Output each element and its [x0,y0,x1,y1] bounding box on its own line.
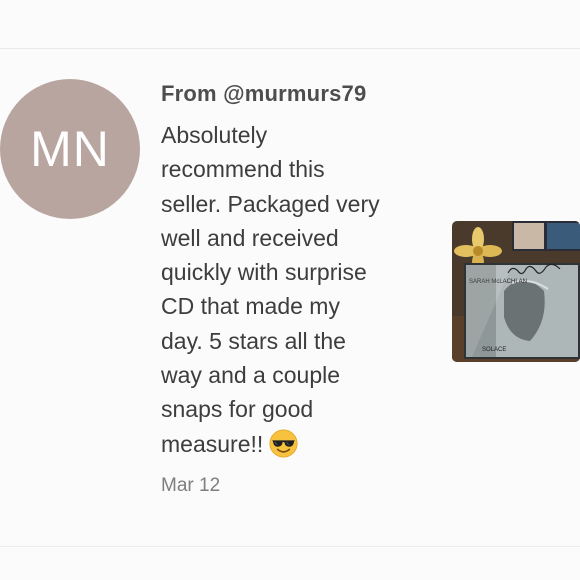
comment-body: Absolutely recommend this seller. Packag… [161,118,431,461]
comment-screen: MN From @murmurs79 Absolutely recommend … [0,0,580,580]
comment-text-line: well and received [161,224,339,251]
comment-date: Mar 12 [161,474,221,496]
smiling-face-with-sunglasses-icon [269,429,298,458]
comment-text-line: recommend this [161,156,325,183]
attached-photo[interactable]: SARAH McLACHLAN SOLACE [452,221,580,362]
top-divider [0,48,580,49]
comment-text-line: way and a couple [161,362,341,389]
bottom-divider [0,546,580,547]
comment-text-line: CD that made my [161,293,340,320]
comment: From @murmurs79 Absolutely recommend thi… [161,78,431,499]
comment-text-line: snaps for good [161,396,314,423]
comment-text-line: quickly with surprise [161,259,367,286]
comment-text-line: Absolutely [161,122,268,148]
comment-text-line: measure!! [161,430,264,457]
album-title-text: SOLACE [482,347,506,353]
comment-author[interactable]: From @murmurs79 [161,78,431,110]
cd-photo-icon: SARAH McLACHLAN SOLACE [452,221,580,362]
avatar[interactable]: MN [0,79,140,219]
avatar-initials: MN [30,121,110,177]
comment-text-line: day. 5 stars all the [161,327,346,354]
comment-text-line: seller. Packaged very [161,190,380,217]
